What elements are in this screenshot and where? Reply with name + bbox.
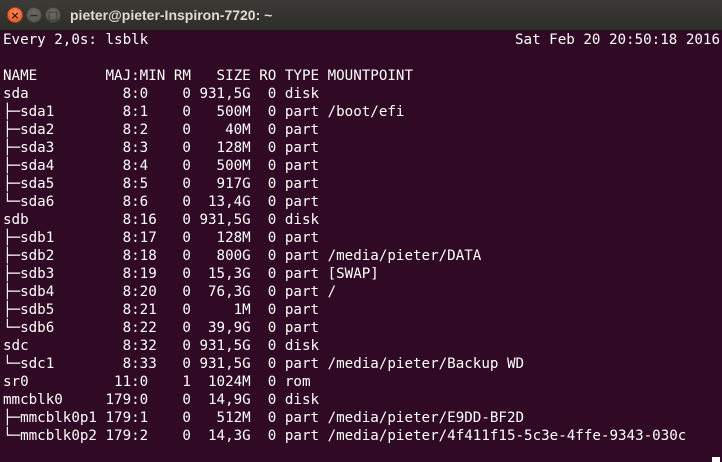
watch-command-header: Every 2,0s: lsblk [3,32,149,48]
lsblk-row-sdb5: ├─sdb5 8:21 0 1M 0 part [3,302,320,318]
lsblk-row-sda4: ├─sda4 8:4 0 500M 0 part [3,158,320,174]
lsblk-row-sr0: sr0 11:0 1 1024M 0 rom [3,374,311,390]
watch-timestamp: Sat Feb 20 20:50:18 2016 [515,32,720,48]
lsblk-column-header: NAME MAJ:MIN RM SIZE RO TYPE MOUNTPOINT [3,68,413,84]
lsblk-row-sda1: ├─sda1 8:1 0 500M 0 part /boot/efi [3,104,405,120]
maximize-window-button[interactable]: □ [45,7,61,23]
lsblk-row-sdb3: ├─sdb3 8:19 0 15,3G 0 part [SWAP] [3,266,379,282]
lsblk-row-sda6: └─sda6 8:6 0 13,4G 0 part [3,194,320,210]
lsblk-row-sdc: sdc 8:32 0 931,5G 0 disk [3,338,320,354]
lsblk-row-sdb4: ├─sdb4 8:20 0 76,3G 0 part / [3,284,337,300]
lsblk-row-mmcblk0p2: └─mmcblk0p2 179:2 0 14,3G 0 part /media/… [3,428,687,444]
lsblk-row-sda3: ├─sda3 8:3 0 128M 0 part [3,140,320,156]
lsblk-row-mmcblk0: mmcblk0 179:0 0 14,9G 0 disk [3,392,320,408]
lsblk-row-sdb2: ├─sdb2 8:18 0 800G 0 part /media/pieter/… [3,248,482,264]
lsblk-row-mmcblk0p1: ├─mmcblk0p1 179:1 0 512M 0 part /media/p… [3,410,525,426]
lsblk-row-sda: sda 8:0 0 931,5G 0 disk [3,86,320,102]
window-titlebar[interactable]: × − □ pieter@pieter-Inspiron-7720: ~ [0,0,722,31]
lsblk-row-sdb1: ├─sdb1 8:17 0 128M 0 part [3,230,320,246]
terminal-cursor [712,457,720,462]
lsblk-row-sda5: ├─sda5 8:5 0 917G 0 part [3,176,320,192]
lsblk-row-sdc1: └─sdc1 8:33 0 931,5G 0 part /media/piete… [3,356,525,372]
close-window-button[interactable]: × [7,7,23,23]
lsblk-row-sdb: sdb 8:16 0 931,5G 0 disk [3,212,320,228]
terminal-output[interactable]: Every 2,0s: lsblk Sat Feb 20 20:50:18 20… [0,31,722,462]
lsblk-row-sdb6: └─sdb6 8:22 0 39,9G 0 part [3,320,320,336]
lsblk-row-sda2: ├─sda2 8:2 0 40M 0 part [3,122,320,138]
window-title: pieter@pieter-Inspiron-7720: ~ [70,7,273,23]
minimize-window-button[interactable]: − [26,7,42,23]
